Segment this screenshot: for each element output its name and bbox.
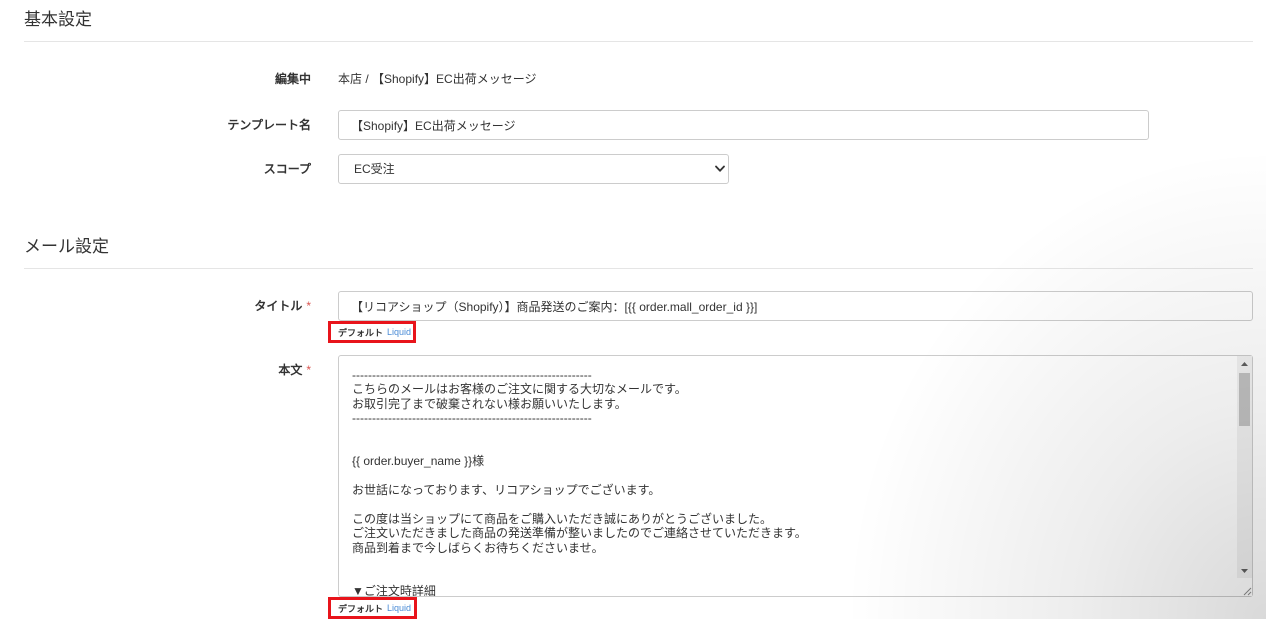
scope-label: スコープ [150,161,311,177]
resize-handle[interactable] [1237,578,1252,596]
liquid-link[interactable]: Liquid [387,603,411,613]
template-name-label: テンプレート名 [150,117,311,133]
section-divider [24,41,1253,42]
body-label-text: 本文 [278,363,303,377]
resize-grip-icon [1243,587,1252,596]
editing-value: 本店 / 【Shopify】EC出荷メッセージ [338,72,537,86]
body-textarea[interactable]: ----------------------------------------… [338,355,1253,597]
scroll-down-button[interactable] [1237,563,1252,578]
default-badge[interactable]: デフォルト [338,326,383,339]
subject-label-text: タイトル [254,299,303,313]
mail-settings-title: メール設定 [24,237,109,256]
template-name-input[interactable] [338,110,1149,140]
required-mark: * [306,363,311,377]
scroll-down-arrow-icon [1241,568,1248,573]
required-mark: * [306,299,311,313]
scroll-up-button[interactable] [1237,356,1252,371]
subject-format-badges: デフォルト Liquid [338,324,411,340]
subject-label: タイトル * [150,298,311,314]
editing-label: 編集中 [150,71,311,87]
scope-select[interactable]: EC受注 [338,154,729,184]
template-name-label-text: テンプレート名 [227,118,311,132]
scrollbar-thumb[interactable] [1239,373,1250,426]
scroll-up-arrow-icon [1241,361,1248,366]
scope-label-text: スコープ [263,162,311,176]
body-label: 本文 * [150,362,311,378]
template-settings-page: 基本設定 編集中 本店 / 【Shopify】EC出荷メッセージ テンプレート名… [0,0,1266,619]
scope-select-wrapper: EC受注 [338,154,729,184]
textarea-scrollbar[interactable] [1237,356,1252,578]
basic-settings-title: 基本設定 [24,10,92,29]
section-divider [24,268,1253,269]
body-format-badges: デフォルト Liquid [338,600,411,616]
default-badge[interactable]: デフォルト [338,602,383,615]
subject-input[interactable] [338,291,1253,321]
editing-label-text: 編集中 [274,72,311,86]
liquid-link[interactable]: Liquid [387,327,411,337]
body-textarea-wrapper: ----------------------------------------… [338,355,1253,597]
